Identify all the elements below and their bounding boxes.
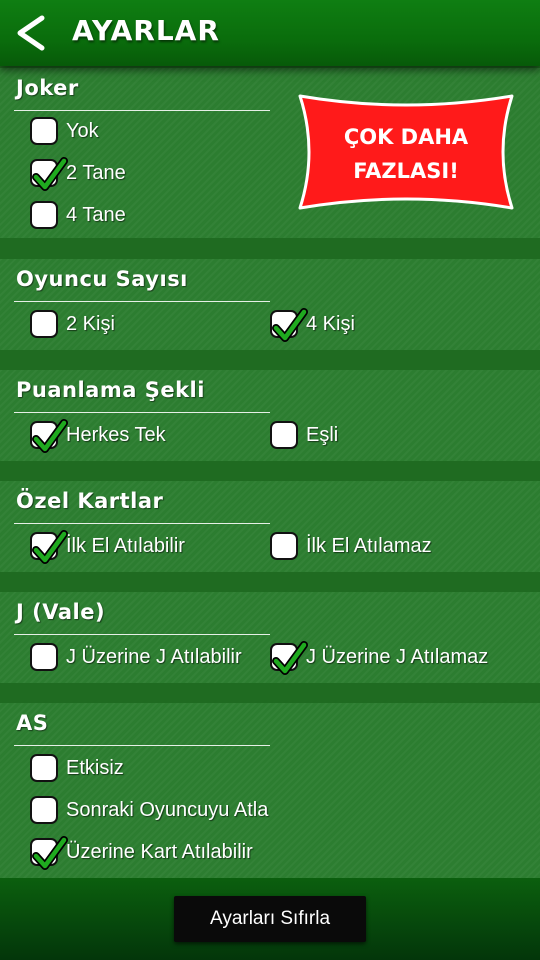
section-title: AS xyxy=(16,711,49,735)
checkmark-icon xyxy=(32,419,68,453)
section-divider xyxy=(14,523,270,524)
section-ozel-kartlar: Özel Kartlar İlk El Atılabilir İlk El At… xyxy=(0,481,540,572)
section-title: Oyuncu Sayısı xyxy=(16,267,188,291)
checkmark-icon xyxy=(272,641,308,675)
option-label: İlk El Atılabilir xyxy=(66,535,185,557)
section-as: AS Etkisiz Sonraki Oyuncuyu Atla Üzerine… xyxy=(0,703,540,879)
section-puanlama-sekli: Puanlama Şekli Herkes Tek Eşli xyxy=(0,370,540,461)
checkbox[interactable] xyxy=(270,308,308,342)
section-divider xyxy=(14,634,270,635)
option-label: İlk El Atılamaz xyxy=(306,535,432,557)
checkbox[interactable] xyxy=(30,157,68,191)
header-bar: AYARLAR xyxy=(0,0,540,66)
option-label: 4 Tane xyxy=(66,204,126,226)
section-j-vale: J (Vale) J Üzerine J Atılabilir J Üzerin… xyxy=(0,592,540,683)
checkbox[interactable] xyxy=(270,532,298,560)
option-label: Sonraki Oyuncuyu Atla xyxy=(66,799,269,821)
checkmark-icon xyxy=(272,308,308,342)
option-label: Eşli xyxy=(306,424,339,446)
checkbox[interactable] xyxy=(270,641,308,675)
checkbox[interactable] xyxy=(30,419,68,453)
checkbox[interactable] xyxy=(30,754,58,782)
option-label: 4 Kişi xyxy=(306,313,355,335)
section-divider xyxy=(14,110,270,111)
promo-line-2: FAZLASI! xyxy=(353,159,459,183)
section-divider xyxy=(14,301,270,302)
checkmark-icon xyxy=(32,157,68,191)
option-label: J Üzerine J Atılamaz xyxy=(306,646,489,668)
checkbox[interactable] xyxy=(30,796,58,824)
checkbox[interactable] xyxy=(30,117,58,145)
checkmark-icon xyxy=(32,836,68,870)
section-divider xyxy=(14,412,270,413)
checkbox[interactable] xyxy=(30,201,58,229)
section-title: Joker xyxy=(16,76,79,100)
reset-settings-button[interactable]: Ayarları Sıfırla xyxy=(174,896,366,942)
page-title: AYARLAR xyxy=(72,14,220,47)
section-oyuncu-sayisi: Oyuncu Sayısı 2 Kişi 4 Kişi xyxy=(0,259,540,350)
section-title: J (Vale) xyxy=(16,600,106,624)
option-label: Herkes Tek xyxy=(66,424,166,446)
section-title: Puanlama Şekli xyxy=(16,378,205,402)
option-label: Etkisiz xyxy=(66,757,124,779)
back-arrow-icon[interactable] xyxy=(12,14,52,52)
promo-banner[interactable]: ÇOK DAHA FAZLASI! xyxy=(296,92,516,212)
checkbox[interactable] xyxy=(30,836,68,870)
option-label: 2 Tane xyxy=(66,162,126,184)
option-label: J Üzerine J Atılabilir xyxy=(66,646,242,668)
checkbox[interactable] xyxy=(30,643,58,671)
option-label: 2 Kişi xyxy=(66,313,115,335)
checkbox[interactable] xyxy=(30,530,68,564)
checkbox[interactable] xyxy=(30,310,58,338)
option-label: Yok xyxy=(66,120,99,142)
option-label: Üzerine Kart Atılabilir xyxy=(66,841,253,863)
checkbox[interactable] xyxy=(270,421,298,449)
checkmark-icon xyxy=(32,530,68,564)
promo-line-1: ÇOK DAHA xyxy=(344,125,469,149)
section-divider xyxy=(14,745,270,746)
section-title: Özel Kartlar xyxy=(16,489,164,513)
